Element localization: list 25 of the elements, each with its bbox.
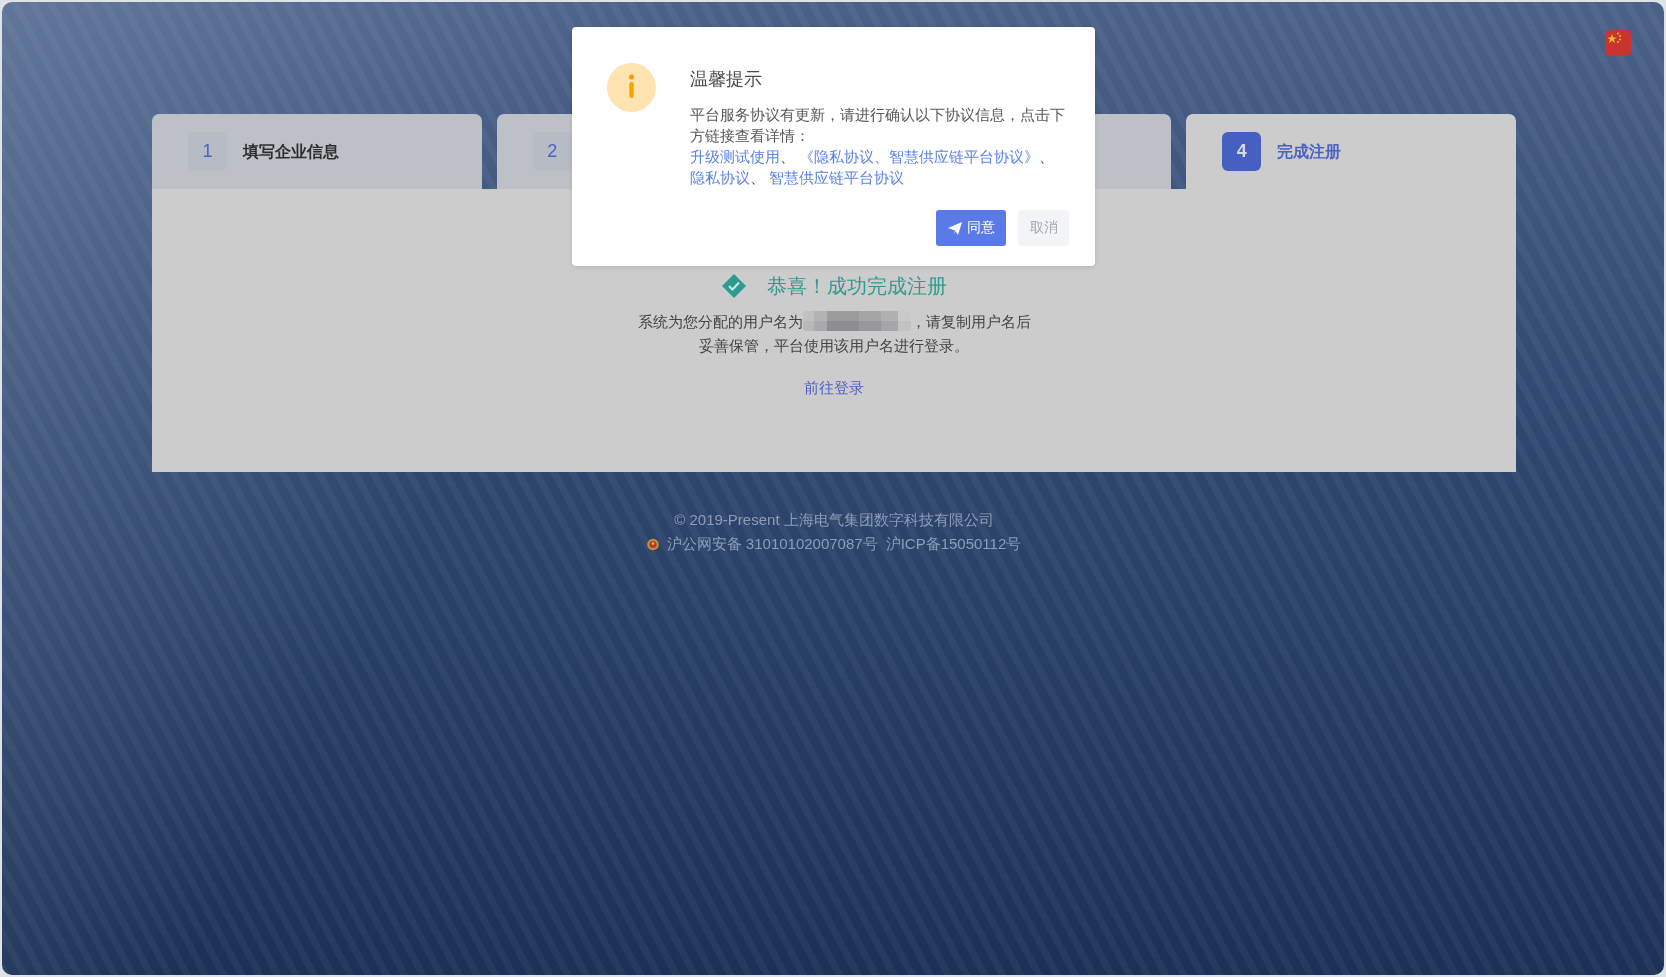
flag-icon[interactable] <box>1605 30 1631 56</box>
step-number: 2 <box>532 132 572 171</box>
agreement-link[interactable]: 《隐私协议、智慧供应链平台协议》 <box>799 148 1040 165</box>
dialog-title: 温馨提示 <box>690 68 763 91</box>
username-message: 系统为您分配的用户名为 ，请复制用户名后妥善保管，平台使用该用户名进行登录。 <box>636 310 1032 356</box>
agreement-link[interactable]: 升级测试使用 <box>690 148 780 165</box>
paper-plane-icon <box>947 221 962 235</box>
agreement-link[interactable]: 隐私协议 <box>690 169 750 186</box>
agreement-link[interactable]: 智慧供应链平台协议 <box>769 169 905 186</box>
dialog-message: 平台服务协议有更新，请进行确认以下协议信息，点击下方链接查看详情： <box>690 105 1066 146</box>
success-title: 恭喜！成功完成注册 <box>766 274 947 299</box>
step-label: 填写企业信息 <box>243 142 339 162</box>
record-link[interactable]: 沪公网安备 31010102007087号 <box>666 532 878 556</box>
record-link[interactable]: 沪ICP备15050112号 <box>885 532 1022 556</box>
step-label: 完成注册 <box>1277 142 1342 162</box>
copyright-text: © 2019-Present 上海电气集团数字科技有限公司 <box>674 510 994 530</box>
step-number: 1 <box>188 132 227 171</box>
info-icon <box>607 63 656 112</box>
login-link[interactable]: 前往登录 <box>804 377 864 399</box>
emblem-icon <box>646 537 659 551</box>
agree-button[interactable]: 同意 <box>936 210 1006 246</box>
cancel-button[interactable]: 取消 <box>1018 210 1069 246</box>
step-number: 4 <box>1222 132 1262 171</box>
diamond-check-icon <box>721 274 746 298</box>
agreement-links: 升级测试使用、 《隐私协议、智慧供应链平台协议》、 隐私协议、 智慧供应链平台协议 <box>690 147 1056 188</box>
